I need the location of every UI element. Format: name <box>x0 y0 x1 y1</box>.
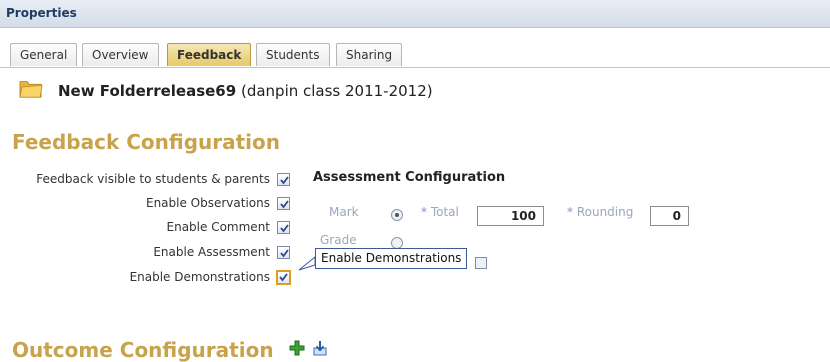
properties-titlebar: Properties <box>0 0 830 28</box>
enable-observations-label: Enable Observations <box>145 196 270 210</box>
feedback-visible-checkbox[interactable] <box>277 173 290 186</box>
feedback-configuration-heading: Feedback Configuration <box>12 130 281 154</box>
tab-general[interactable]: General <box>10 43 78 66</box>
tooltip-pointer <box>298 256 316 271</box>
outcome-configuration-heading: Outcome Configuration <box>12 338 274 362</box>
mark-radio[interactable] <box>391 209 403 221</box>
rounding-label: * Rounding <box>567 205 633 219</box>
total-input[interactable]: 100 <box>477 206 544 226</box>
enable-assessment-checkbox[interactable] <box>277 246 290 259</box>
required-marker: * <box>421 205 427 219</box>
checkmark-icon <box>280 176 289 185</box>
import-icon[interactable] <box>312 340 328 356</box>
total-label-text: Total <box>430 205 459 219</box>
tab-baseline <box>0 67 830 68</box>
window-title: Properties <box>6 6 77 20</box>
checkmark-icon <box>280 249 289 258</box>
enable-assessment-label: Enable Assessment <box>153 245 270 259</box>
tab-sharing[interactable]: Sharing <box>336 43 403 66</box>
checkmark-icon <box>280 200 289 209</box>
tab-overview[interactable]: Overview <box>82 43 159 66</box>
rounding-label-text: Rounding <box>576 205 634 219</box>
folder-subtitle: (danpin class 2011-2012) <box>240 82 433 100</box>
checkmark-icon <box>279 273 288 282</box>
feedback-visible-label: Feedback visible to students & parents <box>36 172 270 186</box>
tab-students[interactable]: Students <box>256 43 330 66</box>
enable-demonstrations-checkbox[interactable] <box>276 270 291 285</box>
folder-name: New Folderrelease69 <box>58 82 237 100</box>
rounding-input[interactable]: 0 <box>650 206 689 226</box>
plus-icon[interactable] <box>289 340 305 356</box>
required-marker: * <box>567 205 573 219</box>
assessment-configuration-heading: Assessment Configuration <box>313 170 506 185</box>
checkmark-icon <box>280 224 289 233</box>
mark-label: Mark <box>329 205 359 219</box>
enable-comment-label: Enable Comment <box>166 220 270 234</box>
enable-comment-checkbox[interactable] <box>277 221 290 234</box>
enable-observations-checkbox[interactable] <box>277 197 290 210</box>
hidden-option-checkbox[interactable] <box>475 257 487 269</box>
grade-label: Grade <box>320 233 357 247</box>
tooltip: Enable Demonstrations <box>315 248 468 269</box>
total-label: * Total <box>421 205 459 219</box>
folder-icon <box>19 81 43 98</box>
enable-demonstrations-label: Enable Demonstrations <box>129 270 270 284</box>
tab-feedback[interactable]: Feedback <box>167 43 252 66</box>
